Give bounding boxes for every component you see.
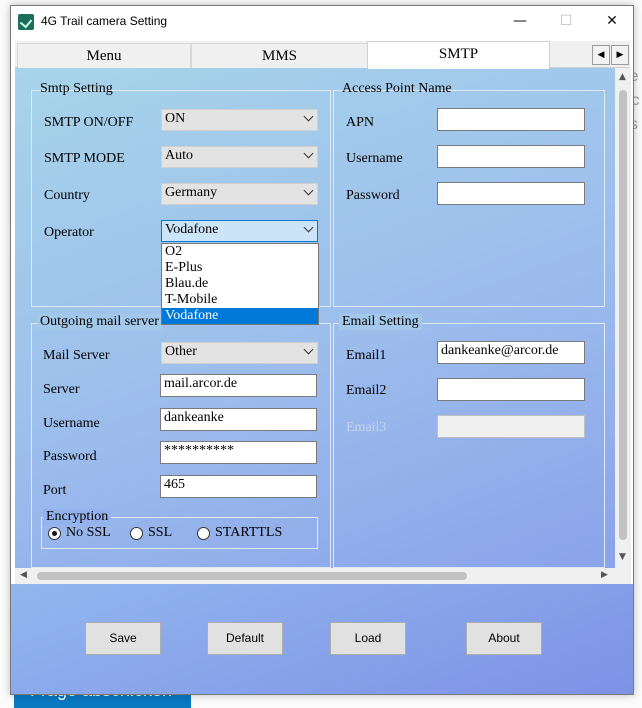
starttls-radio[interactable] <box>197 527 210 540</box>
smtp-password-input[interactable]: ********** <box>160 441 317 464</box>
chevron-down-icon <box>303 111 314 122</box>
chevron-down-icon <box>303 344 314 355</box>
no-ssl-radio[interactable] <box>48 527 61 540</box>
email1-input[interactable]: dankeanke@arcor.de <box>437 341 585 364</box>
smtp-username-input[interactable]: dankeanke <box>160 408 317 431</box>
tab-next-button[interactable]: ▶ <box>611 45 629 65</box>
outgoing-mail-legend: Outgoing mail server <box>37 314 162 330</box>
smtp-password-label: Password <box>43 449 97 464</box>
app-icon <box>18 14 34 30</box>
tab-prev-button[interactable]: ◀ <box>592 45 610 65</box>
apn-legend: Access Point Name <box>342 81 452 96</box>
default-button[interactable]: Default <box>207 622 283 655</box>
mail-server-select[interactable]: Other <box>161 342 318 364</box>
smtp-mode-select[interactable]: Auto <box>161 146 318 168</box>
smtp-setting-legend: Smtp Setting <box>40 81 113 96</box>
apn-password-input[interactable] <box>437 182 585 205</box>
email3-input <box>437 415 585 438</box>
close-button[interactable]: ✕ <box>589 6 633 38</box>
chevron-down-icon <box>303 148 314 159</box>
country-select[interactable]: Germany <box>161 183 318 205</box>
port-label: Port <box>43 483 67 498</box>
email3-label: Email3 <box>346 420 387 435</box>
smtp-mode-value: Auto <box>165 148 193 163</box>
operator-option[interactable]: Blau.de <box>162 276 318 292</box>
operator-value: Vodafone <box>165 222 219 237</box>
tab-mms[interactable]: MMS <box>191 43 368 68</box>
email-setting-legend: Email Setting <box>339 314 422 330</box>
smtp-on-off-value: ON <box>165 111 186 126</box>
app-window: 4G Trail camera Setting — ☐ ✕ Menu MMS S… <box>10 5 634 695</box>
mail-server-label: Mail Server <box>43 348 110 363</box>
mail-server-value: Other <box>165 344 197 359</box>
scroll-down-icon[interactable]: ▼ <box>619 552 626 562</box>
operator-label: Operator <box>44 225 94 240</box>
scroll-left-icon[interactable]: ◀ <box>20 570 27 580</box>
country-value: Germany <box>165 185 218 200</box>
email2-label: Email2 <box>346 383 387 398</box>
maximize-button[interactable]: ☐ <box>543 6 589 38</box>
operator-option[interactable]: O2 <box>162 244 318 260</box>
chevron-down-icon <box>303 222 314 233</box>
email1-label: Email1 <box>346 348 387 363</box>
button-bar: Save Default Load About <box>11 584 633 694</box>
operator-option[interactable]: T-Mobile <box>162 292 318 308</box>
no-ssl-label: No SSL <box>66 525 111 540</box>
apn-input[interactable] <box>437 108 585 131</box>
smtp-username-label: Username <box>43 416 100 431</box>
apn-password-label: Password <box>346 188 400 203</box>
smtp-on-off-label: SMTP ON/OFF <box>44 115 134 130</box>
title-bar: 4G Trail camera Setting — ☐ ✕ <box>11 6 633 38</box>
about-button[interactable]: About <box>466 622 542 655</box>
apn-username-input[interactable] <box>437 145 585 168</box>
minimize-button[interactable]: — <box>497 6 543 38</box>
operator-select[interactable]: Vodafone <box>161 220 318 242</box>
chevron-down-icon <box>303 185 314 196</box>
apn-username-label: Username <box>346 151 403 166</box>
window-title: 4G Trail camera Setting <box>41 14 168 28</box>
scroll-up-icon[interactable]: ▲ <box>619 72 626 82</box>
server-label: Server <box>43 382 80 397</box>
tab-smtp[interactable]: SMTP <box>367 41 550 69</box>
smtp-on-off-select[interactable]: ON <box>161 109 318 131</box>
operator-option[interactable]: E-Plus <box>162 260 318 276</box>
starttls-label: STARTTLS <box>215 525 283 540</box>
country-label: Country <box>44 188 90 203</box>
ssl-radio[interactable] <box>130 527 143 540</box>
operator-dropdown-list: O2 E-Plus Blau.de T-Mobile Vodafone <box>161 243 319 325</box>
apn-label: APN <box>346 115 375 130</box>
scrollbar-corner <box>615 568 631 584</box>
horizontal-scroll-thumb[interactable] <box>37 572 467 580</box>
tab-strip: Menu MMS SMTP ◀ ▶ <box>15 41 630 69</box>
operator-option-selected[interactable]: Vodafone <box>162 308 318 324</box>
port-input[interactable]: 465 <box>160 475 317 498</box>
vertical-scroll-thumb[interactable] <box>619 90 627 540</box>
vertical-scrollbar[interactable]: ▲ ▼ <box>615 68 631 568</box>
smtp-mode-label: SMTP MODE <box>44 151 125 166</box>
ssl-label: SSL <box>148 525 173 540</box>
email2-input[interactable] <box>437 378 585 401</box>
scroll-right-icon[interactable]: ▶ <box>601 570 608 580</box>
server-input[interactable]: mail.arcor.de <box>160 374 317 397</box>
tab-menu[interactable]: Menu <box>17 43 191 68</box>
encryption-legend: Encryption <box>43 509 112 525</box>
horizontal-scrollbar[interactable]: ◀ ▶ <box>15 568 615 584</box>
save-button[interactable]: Save <box>85 622 161 655</box>
load-button[interactable]: Load <box>330 622 406 655</box>
